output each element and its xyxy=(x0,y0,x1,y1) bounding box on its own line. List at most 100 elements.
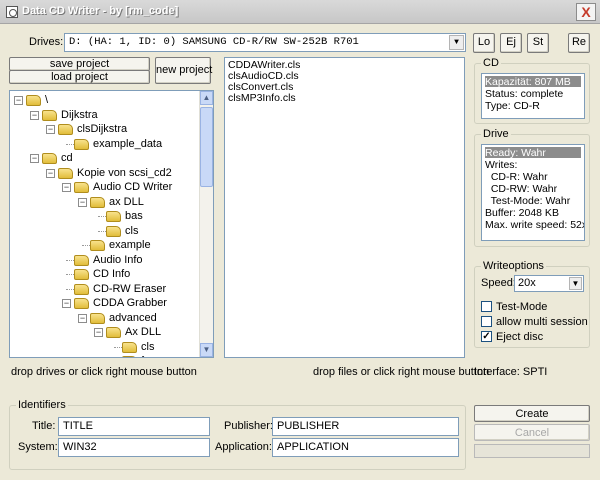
publisher-field[interactable]: PUBLISHER xyxy=(272,417,459,436)
writeoptions-title: Writeoptions xyxy=(481,260,546,272)
title-label: Title: xyxy=(32,420,56,432)
folder-icon xyxy=(58,124,73,135)
title-field[interactable]: TITLE xyxy=(58,417,210,436)
folder-icon xyxy=(106,225,121,237)
collapse-icon[interactable]: − xyxy=(62,299,71,308)
title-bar: Data CD Writer - by [rm_code] X xyxy=(0,0,600,24)
identifiers-title: Identifiers xyxy=(16,399,68,411)
tree-node-label: Audio Info xyxy=(93,253,143,266)
speed-select[interactable]: 20x ▼ xyxy=(514,275,584,292)
tree-node-label: cls xyxy=(125,224,139,237)
eject-button[interactable]: Ej xyxy=(500,33,522,53)
multi-session-label: allow multi session xyxy=(496,316,588,328)
load-tray-button[interactable]: Lo xyxy=(473,33,495,53)
folder-icon xyxy=(42,109,57,121)
application-field[interactable]: APPLICATION xyxy=(272,438,459,457)
tree-scrollbar[interactable]: ▲ ▼ xyxy=(199,91,213,357)
folder-icon xyxy=(90,196,105,208)
publisher-label: Publisher: xyxy=(224,420,273,432)
folder-icon xyxy=(106,211,121,222)
folder-icon xyxy=(90,312,105,324)
close-button[interactable]: X xyxy=(576,3,596,21)
folder-icon xyxy=(90,240,105,251)
tree-node-label: frms xyxy=(141,355,162,357)
writeoptions-group: Writeoptions Speed: 20x ▼ Test-Mode allo… xyxy=(474,260,590,348)
drive-info-line: Max. write speed: 52x xyxy=(485,219,585,231)
app-icon xyxy=(6,6,18,18)
folder-icon xyxy=(74,138,89,150)
save-project-button[interactable]: save project xyxy=(9,57,150,71)
create-button[interactable]: Create xyxy=(474,405,590,422)
drives-value: D: (HA: 1, ID: 0) SAMSUNG CD-R/RW SW-252… xyxy=(69,36,359,48)
file-list-item[interactable]: clsConvert.cls xyxy=(228,81,461,93)
collapse-icon[interactable]: − xyxy=(62,183,71,192)
identifiers-group: Identifiers Title: TITLE Publisher: PUBL… xyxy=(9,399,466,470)
file-list-item[interactable]: clsAudioCD.cls xyxy=(228,70,461,82)
file-list-item[interactable]: CDDAWriter.cls xyxy=(228,59,461,71)
folder-icon xyxy=(42,153,57,164)
tree-connector xyxy=(66,288,74,290)
collapse-icon[interactable]: − xyxy=(78,197,87,207)
test-mode-checkbox[interactable] xyxy=(481,301,492,312)
tree-node-label: Ax DLL xyxy=(125,326,162,338)
load-project-button[interactable]: load project xyxy=(9,70,150,84)
collapse-icon[interactable]: − xyxy=(78,313,87,323)
folder-icon xyxy=(74,182,89,193)
folder-icon xyxy=(74,254,89,266)
refresh-button[interactable]: Re xyxy=(568,33,590,53)
drive-info-box: Ready: Wahr Writes: CD-R: Wahr CD-RW: Wah… xyxy=(481,144,585,241)
tree-node-label: cls xyxy=(141,340,155,353)
drive-info-line: Writes: xyxy=(485,159,518,171)
tree-connector xyxy=(98,216,106,217)
progress-bar xyxy=(474,444,590,458)
multi-session-checkbox[interactable] xyxy=(481,316,492,327)
collapse-icon[interactable]: − xyxy=(30,110,39,120)
cancel-button[interactable]: Cancel xyxy=(474,424,590,441)
collapse-icon[interactable]: − xyxy=(94,328,103,337)
folder-icon xyxy=(74,298,89,309)
folder-icon xyxy=(106,327,121,338)
collapse-icon[interactable]: − xyxy=(46,168,55,178)
stop-button[interactable]: St xyxy=(527,33,549,53)
folder-icon xyxy=(122,356,137,357)
speed-label: Speed: xyxy=(481,277,516,289)
file-list[interactable]: CDDAWriter.cls clsAudioCD.cls clsConvert.c… xyxy=(224,57,465,358)
tree-node-label: CDDA Grabber xyxy=(93,297,167,309)
collapse-icon[interactable]: − xyxy=(46,125,55,134)
tree-node-label: cd xyxy=(61,152,73,164)
drives-combo[interactable]: D: (HA: 1, ID: 0) SAMSUNG CD-R/RW SW-252… xyxy=(64,33,466,52)
folder-icon xyxy=(26,95,41,106)
eject-disc-checkbox[interactable]: ✓ xyxy=(481,331,492,342)
scroll-up-icon[interactable]: ▲ xyxy=(200,91,213,105)
folder-tree[interactable]: − \ − Dijkstra − clsDijkstra example_data − cd − K… xyxy=(9,90,214,358)
tree-node-label: CD Info xyxy=(93,268,131,280)
test-mode-label: Test-Mode xyxy=(496,301,548,313)
drive-info-line: Ready: Wahr xyxy=(485,147,581,159)
scroll-thumb[interactable] xyxy=(200,107,213,187)
cd-info-box: Kapazität: 807 MB Status: complete Type: C… xyxy=(481,73,585,119)
speed-value: 20x xyxy=(518,277,536,289)
main-window: Data CD Writer - by [rm_code] X Drives: … xyxy=(0,0,600,480)
tree-connector xyxy=(66,143,74,145)
interface-label: Interface: SPTI xyxy=(474,366,548,378)
new-project-button[interactable]: new project xyxy=(155,57,212,84)
application-label: Application: xyxy=(215,441,272,453)
file-list-item[interactable]: clsMP3Info.cls xyxy=(228,92,461,104)
collapse-icon[interactable]: − xyxy=(30,154,39,163)
eject-disc-label: Eject disc xyxy=(496,331,544,343)
tree-node-label: example_data xyxy=(93,137,163,150)
tree-connector xyxy=(114,346,122,348)
drive-info-line: Test-Mode: Wahr xyxy=(485,195,571,207)
drive-group: Drive Ready: Wahr Writes: CD-R: Wahr CD-R… xyxy=(474,128,590,247)
drive-info-line: CD-R: Wahr xyxy=(485,171,548,183)
tree-node-label: Audio CD Writer xyxy=(93,181,173,193)
tree-node-label: bas xyxy=(125,210,143,222)
chevron-down-icon[interactable]: ▼ xyxy=(569,277,582,290)
cd-info-line: Kapazität: 807 MB xyxy=(485,76,581,88)
collapse-icon[interactable]: − xyxy=(14,96,23,105)
scroll-down-icon[interactable]: ▼ xyxy=(200,343,213,357)
chevron-down-icon[interactable]: ▼ xyxy=(449,35,464,50)
system-field[interactable]: WIN32 xyxy=(58,438,210,457)
tree-connector xyxy=(98,230,106,232)
tree-node-label: example xyxy=(109,239,151,251)
